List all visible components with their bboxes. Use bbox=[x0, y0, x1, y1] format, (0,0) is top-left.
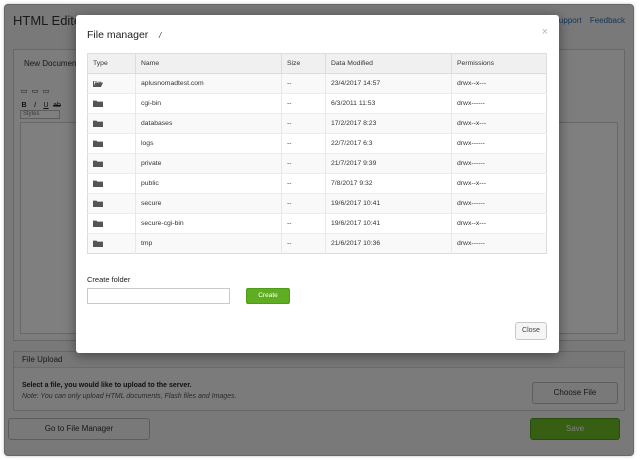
file-manager-modal: File manager / × Type Name Size Data Mod… bbox=[76, 15, 559, 353]
size-cell: -- bbox=[281, 133, 326, 154]
current-path: / bbox=[159, 31, 162, 40]
name-cell[interactable]: private bbox=[135, 153, 282, 174]
type-cell bbox=[87, 133, 136, 154]
type-cell bbox=[87, 153, 136, 174]
create-folder-label: Create folder bbox=[87, 275, 131, 284]
type-cell bbox=[87, 233, 136, 254]
date-cell: 21/7/2017 9:39 bbox=[325, 153, 452, 174]
size-cell: -- bbox=[281, 93, 326, 114]
name-cell[interactable]: logs bbox=[135, 133, 282, 154]
date-cell: 19/6/2017 10:41 bbox=[325, 213, 452, 234]
table-row[interactable]: databases -- 17/2/2017 8:23 drwx--x--- bbox=[87, 113, 547, 134]
permissions-cell: drwx--x--- bbox=[451, 113, 547, 134]
type-cell bbox=[87, 193, 136, 214]
permissions-cell: drwx------ bbox=[451, 153, 547, 174]
folder-icon bbox=[93, 120, 103, 127]
date-cell: 17/2/2017 8:23 bbox=[325, 113, 452, 134]
create-folder-button[interactable]: Create bbox=[246, 288, 290, 304]
folder-icon bbox=[93, 100, 103, 107]
folder-icon bbox=[93, 180, 103, 187]
folder-open-icon bbox=[93, 80, 103, 87]
size-cell: -- bbox=[281, 233, 326, 254]
size-cell: -- bbox=[281, 113, 326, 134]
name-cell[interactable]: databases bbox=[135, 113, 282, 134]
date-cell: 22/7/2017 6:3 bbox=[325, 133, 452, 154]
modal-title: File manager bbox=[87, 29, 149, 41]
size-cell: -- bbox=[281, 153, 326, 174]
create-folder-input[interactable] bbox=[87, 288, 230, 304]
permissions-cell: drwx------ bbox=[451, 93, 547, 114]
permissions-cell: drwx--x--- bbox=[451, 173, 547, 194]
table-row[interactable]: tmp -- 21/6/2017 10:36 drwx------ bbox=[87, 233, 547, 254]
date-cell: 7/8/2017 9:32 bbox=[325, 173, 452, 194]
type-cell bbox=[87, 93, 136, 114]
size-cell: -- bbox=[281, 73, 326, 94]
folder-icon bbox=[93, 200, 103, 207]
size-cell: -- bbox=[281, 213, 326, 234]
size-cell: -- bbox=[281, 193, 326, 214]
file-table: Type Name Size Data Modified Permissions… bbox=[87, 53, 547, 254]
name-cell[interactable]: aplusnomadtest.com bbox=[135, 73, 282, 94]
type-cell bbox=[87, 113, 136, 134]
permissions-cell: drwx------ bbox=[451, 233, 547, 254]
column-header-size[interactable]: Size bbox=[281, 53, 326, 74]
size-cell: -- bbox=[281, 173, 326, 194]
type-cell bbox=[87, 213, 136, 234]
table-row[interactable]: private -- 21/7/2017 9:39 drwx------ bbox=[87, 153, 547, 174]
folder-icon bbox=[93, 160, 103, 167]
column-header-permissions[interactable]: Permissions bbox=[451, 53, 547, 74]
table-row[interactable]: secure -- 19/6/2017 10:41 drwx------ bbox=[87, 193, 547, 214]
table-row[interactable]: public -- 7/8/2017 9:32 drwx--x--- bbox=[87, 173, 547, 194]
date-cell: 6/3/2011 11:53 bbox=[325, 93, 452, 114]
permissions-cell: drwx------ bbox=[451, 193, 547, 214]
table-row[interactable]: logs -- 22/7/2017 6:3 drwx------ bbox=[87, 133, 547, 154]
name-cell[interactable]: public bbox=[135, 173, 282, 194]
column-header-name[interactable]: Name bbox=[135, 53, 282, 74]
name-cell[interactable]: secure bbox=[135, 193, 282, 214]
close-icon[interactable]: × bbox=[542, 26, 548, 38]
date-cell: 19/6/2017 10:41 bbox=[325, 193, 452, 214]
close-button[interactable]: Close bbox=[515, 322, 547, 340]
name-cell[interactable]: cgi-bin bbox=[135, 93, 282, 114]
type-cell bbox=[87, 173, 136, 194]
name-cell[interactable]: secure-cgi-bin bbox=[135, 213, 282, 234]
date-cell: 23/4/2017 14:57 bbox=[325, 73, 452, 94]
folder-icon bbox=[93, 140, 103, 147]
table-row[interactable]: aplusnomadtest.com -- 23/4/2017 14:57 dr… bbox=[87, 73, 547, 94]
permissions-cell: drwx--x--- bbox=[451, 213, 547, 234]
table-row[interactable]: secure-cgi-bin -- 19/6/2017 10:41 drwx--… bbox=[87, 213, 547, 234]
type-cell bbox=[87, 73, 136, 94]
date-cell: 21/6/2017 10:36 bbox=[325, 233, 452, 254]
permissions-cell: drwx--x--- bbox=[451, 73, 547, 94]
column-header-type[interactable]: Type bbox=[87, 53, 136, 74]
column-header-date-modified[interactable]: Data Modified bbox=[325, 53, 452, 74]
permissions-cell: drwx------ bbox=[451, 133, 547, 154]
name-cell[interactable]: tmp bbox=[135, 233, 282, 254]
folder-icon bbox=[93, 220, 103, 227]
table-row[interactable]: cgi-bin -- 6/3/2011 11:53 drwx------ bbox=[87, 93, 547, 114]
table-header-row: Type Name Size Data Modified Permissions bbox=[87, 53, 547, 74]
folder-icon bbox=[93, 240, 103, 247]
